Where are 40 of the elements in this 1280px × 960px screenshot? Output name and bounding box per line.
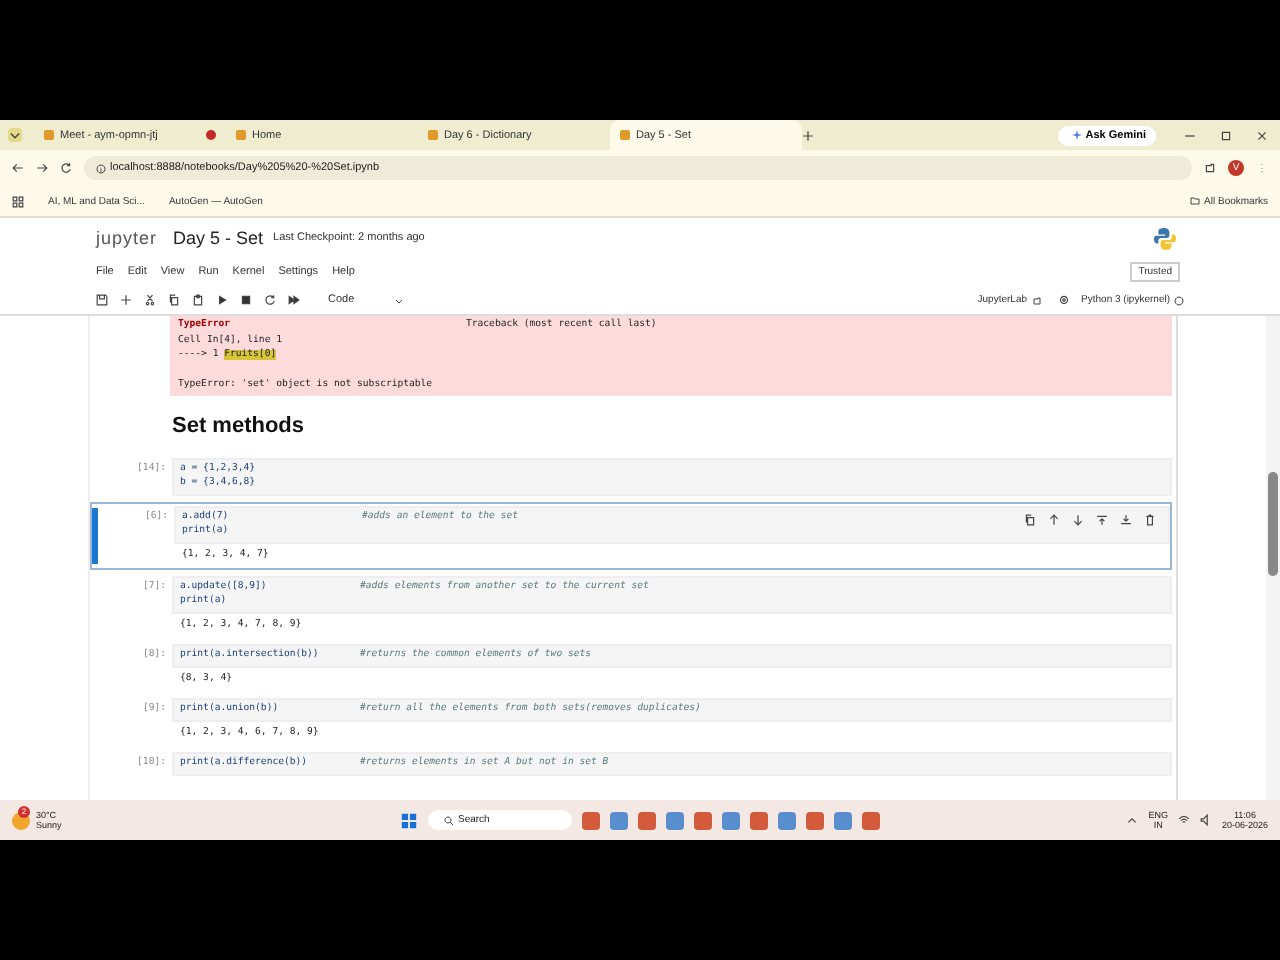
kernel-idle-icon xyxy=(1174,295,1184,305)
forward-icon[interactable] xyxy=(36,162,48,174)
fast-forward-icon[interactable] xyxy=(288,294,300,306)
restart-icon[interactable] xyxy=(264,294,276,306)
delete-icon[interactable] xyxy=(1144,513,1156,525)
external-link-icon xyxy=(1031,295,1042,305)
minimize-icon[interactable] xyxy=(1184,129,1196,141)
back-icon[interactable] xyxy=(12,162,24,174)
markdown-heading: Set methods xyxy=(172,413,307,439)
start-icon[interactable] xyxy=(400,811,418,829)
insert-below-icon[interactable] xyxy=(1120,513,1132,525)
jupyter-logo[interactable]: jupyter xyxy=(96,228,158,248)
new-tab-icon[interactable] xyxy=(802,129,814,141)
scrollbar-thumb[interactable] xyxy=(1268,472,1278,576)
run-icon[interactable] xyxy=(216,294,228,306)
insert-above-icon[interactable] xyxy=(1096,513,1108,525)
duplicate-icon[interactable] xyxy=(1024,513,1036,525)
apps-grid-icon[interactable] xyxy=(12,195,24,207)
paste-icon[interactable] xyxy=(192,294,204,306)
tab-list-icon[interactable] xyxy=(8,128,22,142)
save-icon[interactable] xyxy=(96,294,108,306)
cut-icon[interactable] xyxy=(144,294,156,306)
extensions-icon[interactable] xyxy=(1204,162,1216,174)
copy-icon[interactable] xyxy=(168,294,180,306)
chevron-icon[interactable] xyxy=(1126,814,1139,826)
python-logo-icon xyxy=(1154,227,1176,249)
search-icon xyxy=(444,815,454,825)
wifi-icon[interactable] xyxy=(1177,814,1190,826)
move-down-icon[interactable] xyxy=(1072,513,1084,525)
stop-icon[interactable] xyxy=(240,294,252,306)
maximize-icon[interactable] xyxy=(1220,129,1232,141)
move-up-icon[interactable] xyxy=(1048,513,1060,525)
add-icon[interactable] xyxy=(120,294,132,306)
info-icon[interactable] xyxy=(96,163,106,173)
settings-icon[interactable] xyxy=(1057,294,1070,306)
volume-icon[interactable] xyxy=(1199,814,1212,826)
notebook-title[interactable]: Day 5 - Set xyxy=(173,228,264,248)
close-icon[interactable] xyxy=(1256,129,1268,141)
reload-icon[interactable] xyxy=(60,162,72,174)
sparkle-icon xyxy=(1071,130,1082,140)
